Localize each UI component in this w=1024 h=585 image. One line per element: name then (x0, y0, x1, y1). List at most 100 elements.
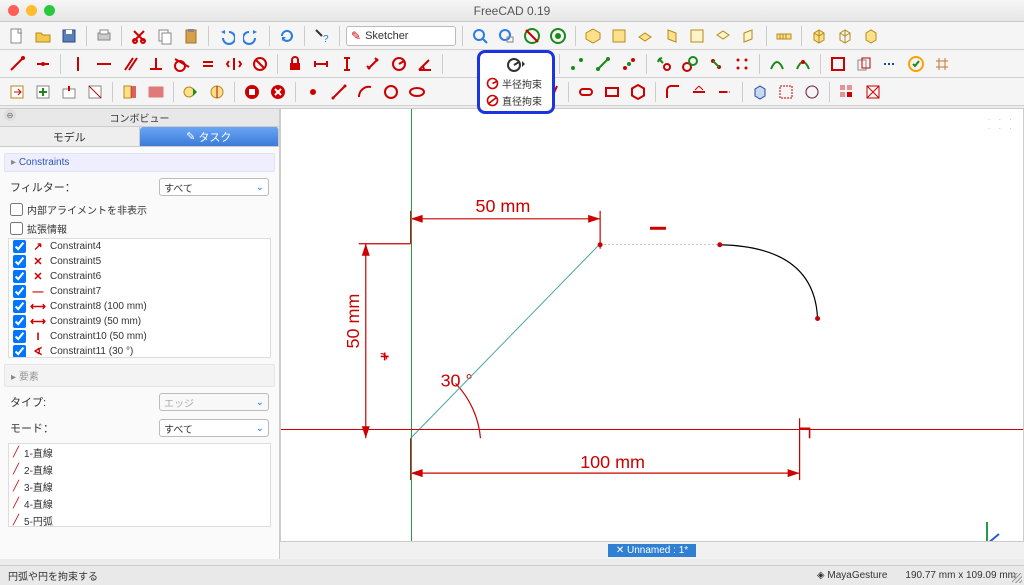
geom-clone-button[interactable] (653, 53, 675, 75)
constrain-point-on-button[interactable] (32, 53, 54, 75)
constraint-list[interactable]: ↗ Constraint4 ✕ Constraint5 ✕ Constraint… (8, 238, 271, 358)
constrain-tangent-button[interactable] (171, 53, 193, 75)
save-button[interactable] (58, 25, 80, 47)
nav-style[interactable]: ◈ MayaGesture (817, 570, 888, 581)
refresh-button[interactable] (276, 25, 298, 47)
sk-external-button[interactable] (749, 81, 771, 103)
validate-button[interactable] (145, 81, 167, 103)
section-elements[interactable]: 要素 (4, 364, 275, 387)
element-row[interactable]: ╱ 4-直線 (9, 495, 270, 512)
constraint-row[interactable]: — Constraint7 (9, 284, 270, 299)
delete-button[interactable] (267, 81, 289, 103)
constrain-distance-x-button[interactable] (310, 53, 332, 75)
sk-rect-button[interactable] (601, 81, 623, 103)
bspline-degree-button[interactable] (766, 53, 788, 75)
draw-style-button[interactable] (521, 25, 543, 47)
constrain-equal-button[interactable] (197, 53, 219, 75)
filter-select[interactable]: すべて (159, 178, 269, 196)
grid-button[interactable] (931, 53, 953, 75)
geom-merge-button[interactable] (618, 53, 640, 75)
constraint-checkbox[interactable] (13, 270, 26, 283)
constraint-checkbox[interactable] (13, 315, 26, 328)
constrain-coincident-button[interactable] (6, 53, 28, 75)
constrain-radius-button[interactable] (388, 53, 410, 75)
mode-select[interactable]: すべて (159, 419, 269, 437)
view-front-button[interactable] (608, 25, 630, 47)
workbench-selector[interactable]: Sketcher (346, 26, 456, 46)
bspline-knot-button[interactable] (792, 53, 814, 75)
part-box-button[interactable] (808, 25, 830, 47)
element-row[interactable]: ╱ 1-直線 (9, 444, 270, 461)
constrain-parallel-button[interactable] (119, 53, 141, 75)
resize-grip-icon[interactable] (1012, 573, 1022, 583)
sk-point-button[interactable] (302, 81, 324, 103)
mirror-sketch-button[interactable] (206, 81, 228, 103)
constrain-vertical-button[interactable] (67, 53, 89, 75)
constraint-checkbox[interactable] (13, 285, 26, 298)
constraint-checkbox[interactable] (13, 255, 26, 268)
sk-hex-button[interactable] (627, 81, 649, 103)
doc-tab[interactable]: ✕ Unnamed : 1* (608, 544, 696, 557)
ext-info-checkbox[interactable] (10, 222, 23, 235)
sk-extend-button[interactable] (714, 81, 736, 103)
sk-slot-button[interactable] (575, 81, 597, 103)
sk-circle-button[interactable] (380, 81, 402, 103)
panel-close-icon[interactable]: ⊖ (4, 109, 16, 121)
measure-button[interactable] (773, 25, 795, 47)
section-constraints[interactable]: Constraints (4, 153, 275, 172)
view-left-button[interactable] (738, 25, 760, 47)
tab-task[interactable]: ✎タスク (140, 127, 280, 146)
view-bottom-button[interactable] (712, 25, 734, 47)
geom-copy-button[interactable] (679, 53, 701, 75)
cut-button[interactable] (128, 25, 150, 47)
map-sketch-button[interactable] (84, 81, 106, 103)
stop-button[interactable] (241, 81, 263, 103)
toggle-construction-button[interactable] (879, 53, 901, 75)
leave-sketch-button[interactable] (6, 81, 28, 103)
constraint-row[interactable]: ⟷ Constraint9 (50 mm) (9, 314, 270, 329)
sk-rectangular-array-button[interactable] (836, 81, 858, 103)
constraint-row[interactable]: I Constraint10 (50 mm) (9, 329, 270, 344)
constraint-checkbox[interactable] (13, 345, 26, 358)
sk-delete-geom-button[interactable] (862, 81, 884, 103)
copy-button[interactable] (154, 25, 176, 47)
undo-button[interactable] (215, 25, 237, 47)
element-row[interactable]: ╱ 5-円弧 (9, 512, 270, 527)
geom-point-button[interactable] (566, 53, 588, 75)
print-button[interactable] (93, 25, 115, 47)
view-iso-button[interactable] (582, 25, 604, 47)
sk-line-button[interactable] (328, 81, 350, 103)
type-select[interactable]: エッジ (159, 393, 269, 411)
open-file-button[interactable] (32, 25, 54, 47)
zoom-selection-button[interactable] (495, 25, 517, 47)
tab-model[interactable]: モデル (0, 127, 140, 146)
constraint-row[interactable]: ✕ Constraint5 (9, 254, 270, 269)
nav-cube-icon[interactable]: · · ·· · · (988, 115, 1015, 133)
view-top-button[interactable] (634, 25, 656, 47)
validate-sketch-button[interactable] (905, 53, 927, 75)
constraint-checkbox[interactable] (13, 330, 26, 343)
draw-style-2-button[interactable] (547, 25, 569, 47)
geom-array-button[interactable] (731, 53, 753, 75)
constrain-lock-button[interactable] (284, 53, 306, 75)
zoom-fit-button[interactable] (469, 25, 491, 47)
sk-fillet-button[interactable] (662, 81, 684, 103)
reorient-button[interactable] (119, 81, 141, 103)
diameter-constraint-item[interactable]: 直径拘束 (484, 92, 548, 109)
constraint-row[interactable]: ↗ Constraint4 (9, 239, 270, 254)
merge-sketch-button[interactable] (180, 81, 202, 103)
constraint-checkbox[interactable] (13, 300, 26, 313)
element-row[interactable]: ╱ 2-直線 (9, 461, 270, 478)
view-rear-button[interactable] (686, 25, 708, 47)
hide-internal-checkbox[interactable] (10, 203, 23, 216)
view-right-button[interactable] (660, 25, 682, 47)
part-shaded-button[interactable] (860, 25, 882, 47)
constraint-row[interactable]: ∢ Constraint11 (30 °) (9, 344, 270, 358)
sk-arc-button[interactable] (354, 81, 376, 103)
sk-construction-button[interactable] (801, 81, 823, 103)
new-sketch-button[interactable] (32, 81, 54, 103)
sk-trim-button[interactable] (688, 81, 710, 103)
edit-sketch-button[interactable] (58, 81, 80, 103)
element-row[interactable]: ╱ 3-直線 (9, 478, 270, 495)
constrain-distance-button[interactable] (362, 53, 384, 75)
